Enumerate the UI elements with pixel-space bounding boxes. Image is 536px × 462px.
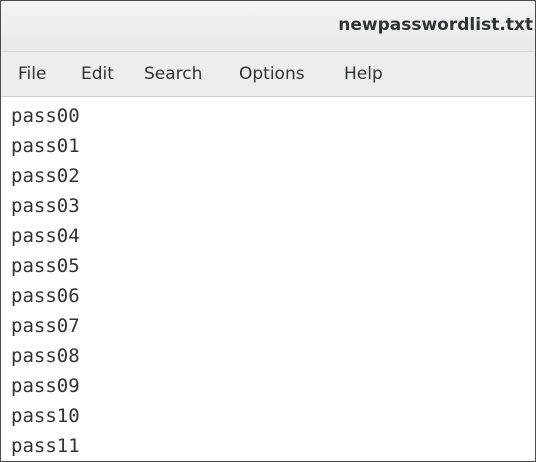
text-line[interactable]: pass00 xyxy=(11,101,80,131)
text-line[interactable]: pass09 xyxy=(11,371,80,401)
text-line[interactable]: pass03 xyxy=(11,191,80,221)
title-bar[interactable]: newpasswordlist.txt xyxy=(1,1,535,52)
text-line[interactable]: pass10 xyxy=(11,401,80,431)
document-lines: pass00 pass01 pass02 pass03 pass04 pass0… xyxy=(11,101,80,461)
menu-edit[interactable]: Edit xyxy=(81,64,114,84)
menu-search[interactable]: Search xyxy=(144,64,202,84)
text-editing-area[interactable]: pass00 pass01 pass02 pass03 pass04 pass0… xyxy=(1,97,535,461)
menu-bar: File Edit Search Options Help xyxy=(1,52,535,97)
text-line[interactable]: pass07 xyxy=(11,311,80,341)
text-line[interactable]: pass11 xyxy=(11,431,80,461)
text-line[interactable]: pass05 xyxy=(11,251,80,281)
text-editor-window: newpasswordlist.txt File Edit Search Opt… xyxy=(0,0,536,462)
menu-file[interactable]: File xyxy=(18,64,46,84)
window-title: newpasswordlist.txt xyxy=(338,15,533,35)
text-line[interactable]: pass02 xyxy=(11,161,80,191)
text-line[interactable]: pass04 xyxy=(11,221,80,251)
text-line[interactable]: pass01 xyxy=(11,131,80,161)
menu-help[interactable]: Help xyxy=(344,64,383,84)
text-line[interactable]: pass08 xyxy=(11,341,80,371)
text-line[interactable]: pass06 xyxy=(11,281,80,311)
menu-options[interactable]: Options xyxy=(239,64,305,84)
